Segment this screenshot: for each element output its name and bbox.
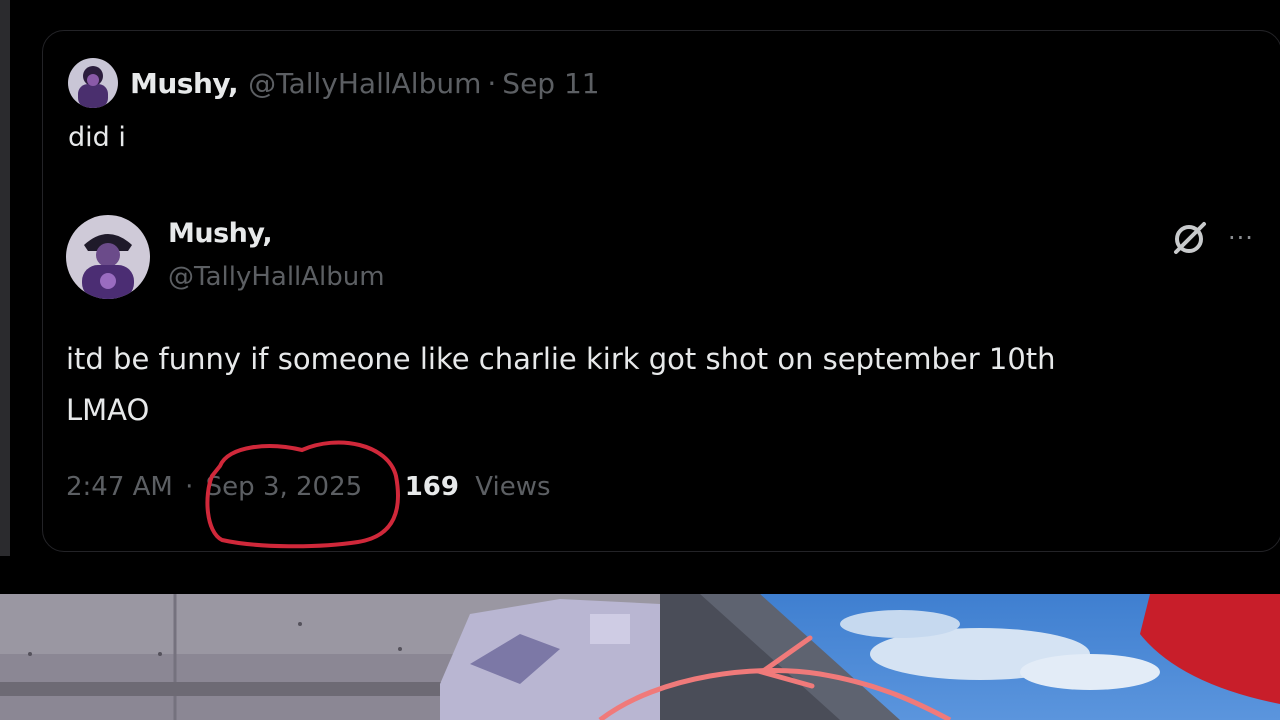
quoted-date[interactable]: Sep 11 <box>502 67 599 100</box>
quoted-separator: · <box>487 66 497 100</box>
tweet-time[interactable]: 2:47 AM <box>66 472 173 502</box>
quoted-handle[interactable]: @TallyHallAlbum <box>248 67 481 100</box>
avatar[interactable] <box>68 58 118 108</box>
views-label: Views <box>475 472 551 502</box>
display-name[interactable]: Mushy, <box>168 218 273 249</box>
handle[interactable]: @TallyHallAlbum <box>168 262 385 292</box>
date-annotation-circle <box>205 440 400 549</box>
tweet-text-line-1: itd be funny if someone like charlie kir… <box>66 342 1056 376</box>
more-icon[interactable]: ··· <box>1228 226 1254 250</box>
quoted-display-name[interactable]: Mushy, <box>130 67 239 100</box>
quoted-tweet-text: did i <box>68 122 126 153</box>
meta-separator: · <box>185 472 194 502</box>
tweet-text: itd be funny if someone like charlie kir… <box>66 334 1206 436</box>
left-divider <box>0 0 10 556</box>
avatar[interactable] <box>66 215 150 299</box>
tweet-text-line-2: LMAO <box>66 393 150 427</box>
grok-icon[interactable] <box>1170 220 1208 258</box>
bottom-image-strip <box>0 594 1280 720</box>
views-count: 169 <box>404 472 459 502</box>
quoted-tweet-header: Mushy, @TallyHallAlbum · Sep 11 <box>68 58 600 108</box>
